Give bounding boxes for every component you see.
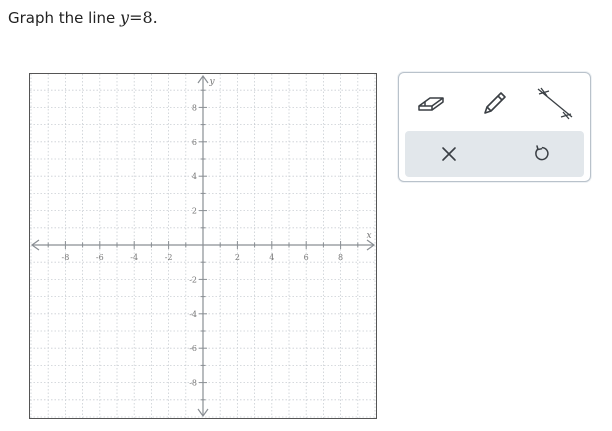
x-tick-label: -6 <box>96 253 104 262</box>
drawing-toolbox <box>398 72 591 182</box>
x-tick-label: 8 <box>338 253 343 262</box>
equation-variable: y <box>120 8 130 27</box>
x-tick-label: 2 <box>235 253 240 262</box>
prompt-text: Graph the line <box>8 9 116 27</box>
question-prompt: Graph the line y=8. <box>8 8 158 27</box>
prompt-equation: y=8. <box>120 8 158 27</box>
equation-period: . <box>152 8 158 27</box>
x-tick-label: 6 <box>304 253 309 262</box>
y-tick-label: -6 <box>189 344 197 353</box>
y-axis-label: y <box>208 77 215 87</box>
x-tick-label: -8 <box>62 253 70 262</box>
clear-button[interactable] <box>419 131 479 177</box>
eraser-icon <box>418 97 444 111</box>
tick-labels: -8 -6 -4 -2 2 4 6 8 8 6 4 2 -2 -4 -6 -8 x y <box>62 77 372 388</box>
y-tick-label: 6 <box>192 138 197 147</box>
x-tick-label: -4 <box>130 253 138 262</box>
eraser-tool-button[interactable] <box>403 79 459 127</box>
y-tick-label: 8 <box>192 103 197 112</box>
x-axis-label: x <box>366 231 371 241</box>
x-tick-label: 4 <box>269 253 274 262</box>
y-tick-label: -4 <box>189 310 197 319</box>
undo-button[interactable] <box>512 131 572 177</box>
line-tool-button[interactable] <box>527 79 583 127</box>
graphing-area[interactable]: -8 -6 -4 -2 2 4 6 8 8 6 4 2 -2 -4 -6 -8 x y <box>29 73 377 419</box>
pencil-icon <box>484 92 506 114</box>
equation-value: 8 <box>142 8 153 27</box>
action-bar <box>405 131 584 177</box>
close-icon <box>442 147 456 161</box>
coordinate-grid[interactable]: -8 -6 -4 -2 2 4 6 8 8 6 4 2 -2 -4 -6 -8 x y <box>29 73 377 419</box>
equation-operator: = <box>129 8 143 27</box>
y-tick-label: 2 <box>192 207 197 216</box>
pencil-tool-button[interactable] <box>467 79 523 127</box>
x-tick-label: -2 <box>165 253 173 262</box>
y-tick-label: -2 <box>189 275 197 284</box>
y-tick-label: -8 <box>189 379 197 388</box>
undo-icon <box>535 145 549 161</box>
y-tick-label: 4 <box>192 172 197 181</box>
line-tool-icon <box>537 87 573 120</box>
